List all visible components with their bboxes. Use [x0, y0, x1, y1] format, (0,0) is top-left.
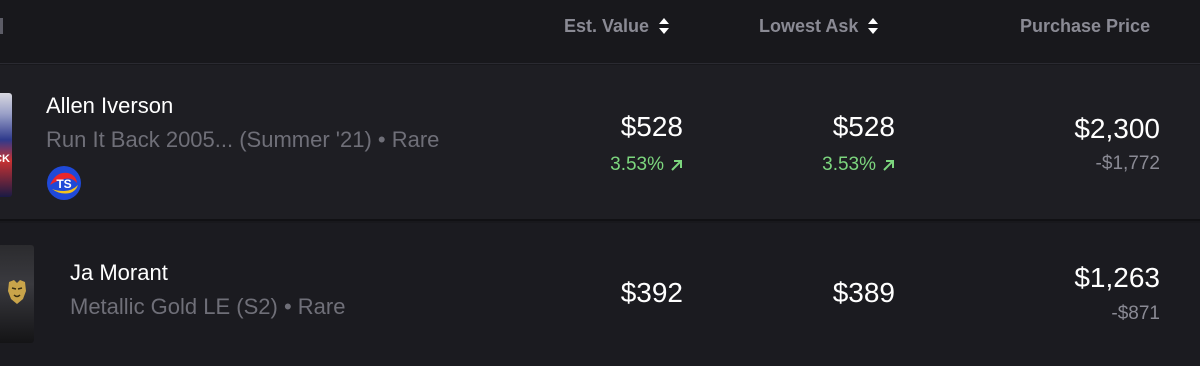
est-value: $528 [620, 111, 683, 142]
table-row[interactable]: Ja Morant Metallic Gold LE (S2) • Rare $… [0, 223, 1200, 366]
column-header-est-value[interactable]: Est. Value [564, 15, 670, 37]
thumbnail-label: ACK [0, 153, 10, 165]
purchase-difference: -$871 [1111, 303, 1160, 324]
purchase-price: $1,263 [1074, 262, 1160, 293]
player-name[interactable]: Ja Morant [70, 260, 168, 286]
lowest-ask: $528 [832, 111, 895, 142]
est-value-change: 3.53% [610, 154, 683, 176]
sort-icon [868, 18, 879, 34]
column-header-lowest-ask[interactable]: Lowest Ask [759, 15, 879, 37]
purchase-price: $2,300 [1074, 113, 1160, 144]
grizzlies-logo-icon [8, 280, 26, 304]
set-info: Metallic Gold LE (S2) • Rare [70, 294, 346, 319]
header-left-edge [0, 18, 3, 34]
table-header: Est. Value Lowest Ask Purchase Price [0, 0, 1200, 64]
table-row[interactable]: ACK Allen Iverson Run It Back 2005... (S… [0, 65, 1200, 221]
est-value-change-label: 3.53% [610, 154, 664, 175]
player-name[interactable]: Allen Iverson [46, 93, 173, 119]
arrow-up-right-icon [883, 159, 894, 171]
badge-text: TS [56, 177, 71, 191]
lowest-ask-change: 3.53% [822, 154, 895, 176]
column-header-est-value-label: Est. Value [564, 15, 650, 36]
lowest-ask: $389 [832, 277, 895, 308]
top-shot-badge-icon: TS [47, 166, 81, 200]
set-info: Run It Back 2005... (Summer '21) • Rare [46, 127, 440, 152]
moment-thumbnail[interactable] [0, 245, 34, 343]
purchase-difference: -$1,772 [1095, 153, 1160, 174]
column-header-lowest-ask-label: Lowest Ask [759, 15, 859, 36]
collection-table: Est. Value Lowest Ask Purchase Price ACK… [0, 0, 1200, 366]
sort-icon [659, 18, 670, 34]
column-header-purchase-price-label: Purchase Price [1020, 15, 1151, 36]
moment-thumbnail[interactable]: ACK [0, 93, 12, 197]
column-header-purchase-price[interactable]: Purchase Price [1020, 15, 1150, 37]
lowest-ask-change-label: 3.53% [822, 154, 876, 175]
arrow-up-right-icon [671, 159, 682, 171]
est-value: $392 [620, 277, 683, 308]
